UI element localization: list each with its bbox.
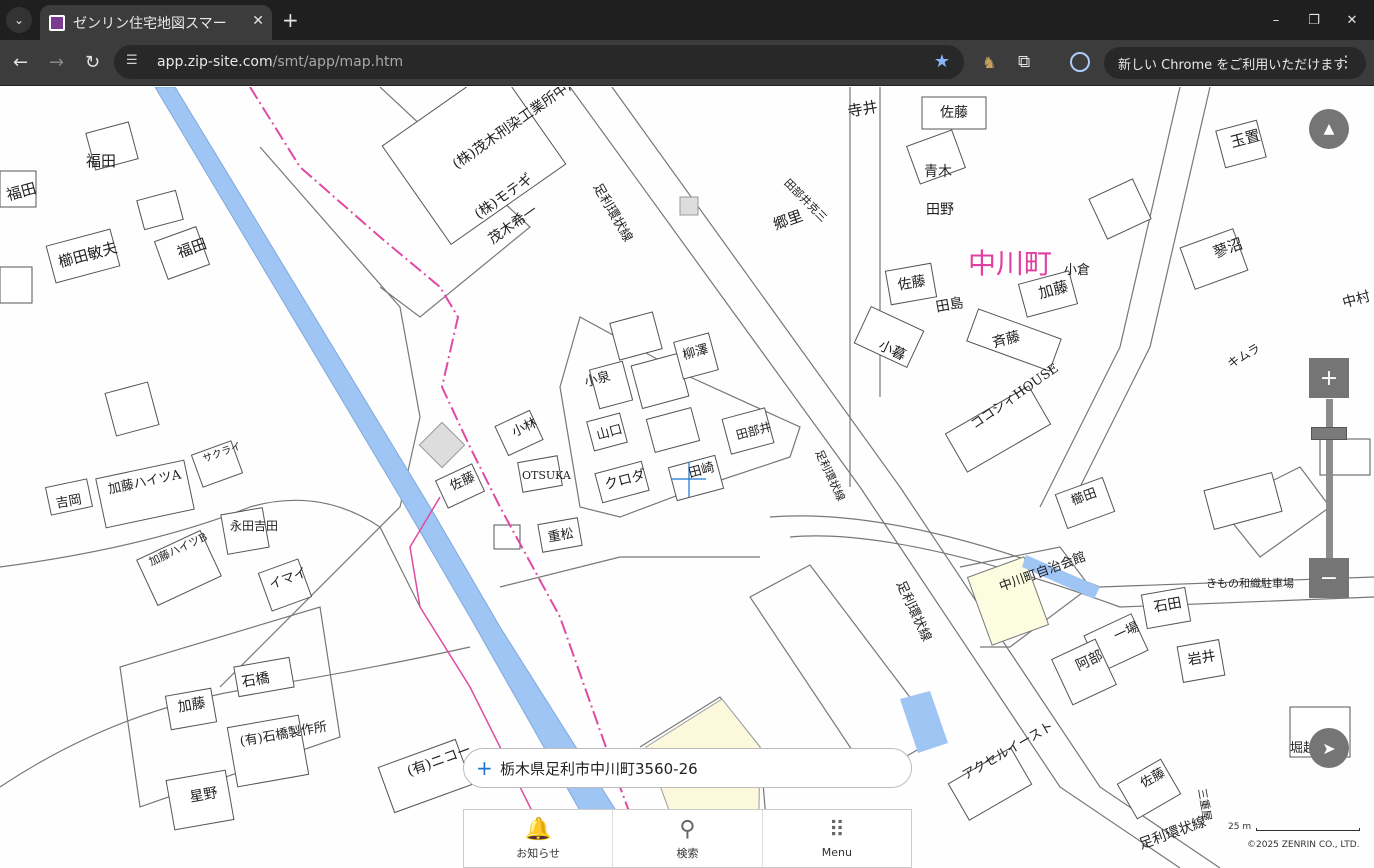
zenrin-favicon-icon bbox=[49, 14, 65, 31]
browser-window: ⌄ ゼンリン住宅地図スマー ✕ + – ❐ ✕ ← → ↻ ☰ app.zip-… bbox=[0, 0, 1374, 868]
site-info-icon[interactable]: ☰ bbox=[126, 53, 138, 68]
extension-spy-icon[interactable]: ♞ bbox=[982, 53, 996, 72]
compass-icon[interactable]: ▲ bbox=[1309, 109, 1349, 149]
bookmark-star-icon[interactable]: ★ bbox=[934, 51, 950, 72]
search-label: 検索 bbox=[676, 846, 699, 860]
search-button[interactable]: ⚲ 検索 bbox=[613, 810, 763, 867]
map-label-sato-1: 佐藤 bbox=[940, 105, 968, 121]
current-location-icon[interactable]: ➤ bbox=[1309, 728, 1349, 768]
map-label-otsuka: OTSUKA bbox=[522, 469, 571, 482]
window-close-button[interactable]: ✕ bbox=[1340, 8, 1364, 32]
forward-arrow-icon[interactable]: → bbox=[49, 52, 64, 73]
zoom-in-button[interactable]: + bbox=[1309, 358, 1349, 398]
notifications-label: お知らせ bbox=[516, 846, 561, 860]
search-icon: ⚲ bbox=[679, 816, 696, 842]
map-label-kimono-parking: きもの和織駐車場 bbox=[1206, 577, 1294, 590]
notifications-button[interactable]: 🔔 お知らせ bbox=[464, 810, 614, 867]
menu-label: Menu bbox=[821, 846, 852, 859]
back-arrow-icon[interactable]: ← bbox=[13, 52, 28, 73]
tab-close-icon[interactable]: ✕ bbox=[252, 13, 264, 29]
new-tab-button[interactable]: + bbox=[282, 8, 299, 32]
active-tab[interactable]: ゼンリン住宅地図スマー ✕ bbox=[40, 5, 272, 40]
map-label-oguraya: 小倉 bbox=[1064, 263, 1091, 278]
address-bar[interactable]: ☰ app.zip-site.com/smt/app/map.htm ★ bbox=[114, 45, 964, 79]
address-text: 栃木県足利市中川町3560-26 bbox=[500, 759, 698, 778]
url-path: /smt/app/map.htm bbox=[272, 54, 404, 70]
bell-icon: 🔔 bbox=[524, 816, 552, 842]
window-restore-button[interactable]: ❐ bbox=[1302, 8, 1326, 32]
scale-label: 25 m bbox=[1228, 822, 1252, 832]
add-bookmark-icon[interactable]: + bbox=[476, 756, 498, 780]
window-minimize-button[interactable]: – bbox=[1264, 8, 1288, 32]
update-chip-label: 新しい Chrome をご利用いただけます bbox=[1118, 57, 1347, 73]
scale-bar bbox=[1256, 828, 1360, 831]
extensions-puzzle-icon[interactable]: ⧉ bbox=[1018, 52, 1030, 72]
map-label-nagata-yoshida: 永田吉田 bbox=[230, 519, 279, 533]
map-label-tano: 田野 bbox=[926, 202, 954, 218]
address-search-bar[interactable]: + 栃木県足利市中川町3560-26 bbox=[463, 748, 912, 788]
map-label-aoki: 青木 bbox=[924, 164, 952, 180]
chrome-update-chip[interactable]: 新しい Chrome をご利用いただけます ⋮ bbox=[1104, 47, 1366, 79]
browser-toolbar: ← → ↻ ☰ app.zip-site.com/smt/app/map.htm… bbox=[0, 40, 1374, 86]
town-name-label: 中川町 bbox=[968, 247, 1053, 280]
url-host: app.zip-site.com bbox=[157, 54, 273, 70]
map-label-fukuda-1: 福田 bbox=[86, 152, 117, 170]
reload-icon[interactable]: ↻ bbox=[85, 52, 100, 73]
tab-search-button[interactable]: ⌄ bbox=[6, 7, 32, 33]
zoom-slider-thumb[interactable] bbox=[1311, 427, 1347, 441]
copyright-text: ©2025 ZENRIN CO., LTD. bbox=[1247, 840, 1360, 850]
tab-strip: ⌄ ゼンリン住宅地図スマー ✕ + – ❐ ✕ bbox=[0, 0, 1374, 40]
bottom-menu: 🔔 お知らせ ⚲ 検索 ⠿ Menu bbox=[463, 809, 912, 868]
profile-avatar-icon[interactable] bbox=[1070, 52, 1090, 72]
map-canvas[interactable]: 中川町 福田福田福田櫛田敏夫(株)茂木刑染工業所中川工場(株)モテギ茂木希一足利… bbox=[0, 87, 1374, 868]
zoom-out-button[interactable]: − bbox=[1309, 558, 1349, 598]
menu-button[interactable]: ⠿ Menu bbox=[763, 810, 911, 867]
tab-title: ゼンリン住宅地図スマー bbox=[73, 15, 227, 32]
grid-menu-icon: ⠿ bbox=[828, 818, 845, 843]
url-text[interactable]: app.zip-site.com/smt/app/map.htm bbox=[157, 54, 403, 70]
more-menu-icon[interactable]: ⋮ bbox=[1338, 52, 1354, 71]
zoom-slider-track[interactable] bbox=[1326, 399, 1333, 558]
